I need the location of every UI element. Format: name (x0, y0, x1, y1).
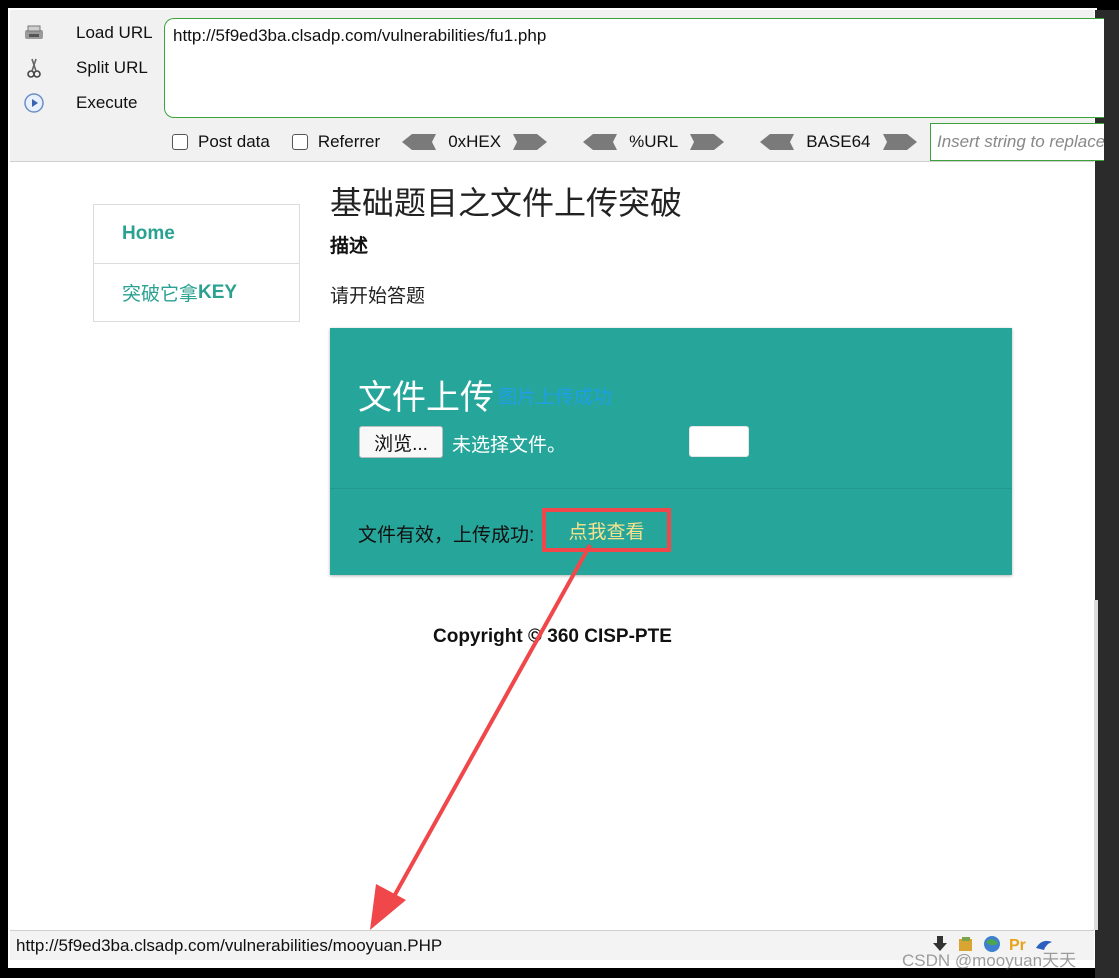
status-bar-link-url: http://5f9ed3ba.clsadp.com/vulnerabiliti… (16, 936, 443, 955)
footer-copyright: Copyright © 360 CISP-PTE (433, 626, 672, 647)
view-uploaded-file-link[interactable]: 点我查看 (568, 517, 644, 544)
page-title: 基础题目之文件上传突破 (330, 185, 683, 221)
base64-label: BASE64 (806, 132, 871, 151)
upload-submit-button[interactable] (689, 426, 749, 457)
post-data-label: Post data (198, 132, 270, 151)
execute-button[interactable]: Execute (22, 88, 137, 118)
load-url-icon (22, 21, 46, 45)
scrollbar-track[interactable] (1094, 600, 1098, 930)
base64-encode-arrow-icon[interactable] (882, 134, 917, 150)
base64-decode-arrow-icon[interactable] (760, 134, 795, 150)
view-link-highlight: 点我查看 (542, 508, 671, 552)
replace-string-input[interactable]: Insert string to replace (930, 123, 1104, 161)
side-nav: Home 突破它拿 KEY (93, 204, 300, 322)
url-textarea[interactable]: http://5f9ed3ba.clsadp.com/vulnerabiliti… (164, 18, 1104, 118)
url-encode-arrow-icon[interactable] (690, 134, 725, 150)
nav-item-get-key-label-en: KEY (198, 281, 238, 303)
split-url-label: Split URL (76, 58, 148, 77)
referrer-checkbox[interactable] (291, 134, 308, 150)
hackbar-options: Post data Referrer 0xHEX %URL BASE64 (172, 128, 917, 156)
url-decode-arrow-icon[interactable] (583, 134, 618, 150)
load-url-label: Load URL (76, 23, 153, 42)
browse-button[interactable]: 浏览... (359, 426, 443, 458)
split-url-button[interactable]: Split URL (22, 53, 148, 83)
description-text: 请开始答题 (330, 286, 426, 307)
description-heading: 描述 (330, 236, 369, 257)
scissors-icon (22, 56, 46, 80)
no-file-selected-text: 未选择文件。 (452, 435, 567, 456)
nav-item-home-label: Home (122, 223, 175, 244)
nav-item-home[interactable]: Home (94, 205, 299, 263)
post-data-checkbox[interactable] (172, 134, 188, 150)
hex-label: 0xHEX (448, 132, 502, 151)
load-url-button[interactable]: Load URL (22, 18, 153, 48)
referrer-label: Referrer (317, 132, 381, 151)
play-icon (22, 91, 46, 115)
hex-decode-arrow-icon[interactable] (402, 134, 437, 150)
upload-panel: 文件上传 图片上传成功 浏览... 未选择文件。 文件有效，上传成功: 点我查看 (330, 328, 1012, 575)
hackbar-toolbar: Load URL Split URL Execute http://5f9ed3… (10, 10, 1104, 162)
execute-label: Execute (76, 93, 138, 112)
panel-divider (330, 488, 1012, 489)
nav-item-get-key[interactable]: 突破它拿 KEY (94, 263, 299, 321)
upload-status-message: 图片上传成功 (498, 387, 613, 408)
upload-result-text: 文件有效，上传成功: (358, 525, 535, 546)
url-label: %URL (629, 132, 679, 151)
hex-encode-arrow-icon[interactable] (513, 134, 548, 150)
nav-item-get-key-label-cn: 突破它拿 (122, 284, 199, 305)
upload-panel-title: 文件上传 (358, 379, 494, 417)
csdn-watermark: CSDN @mooyuan天天 (902, 951, 1077, 970)
